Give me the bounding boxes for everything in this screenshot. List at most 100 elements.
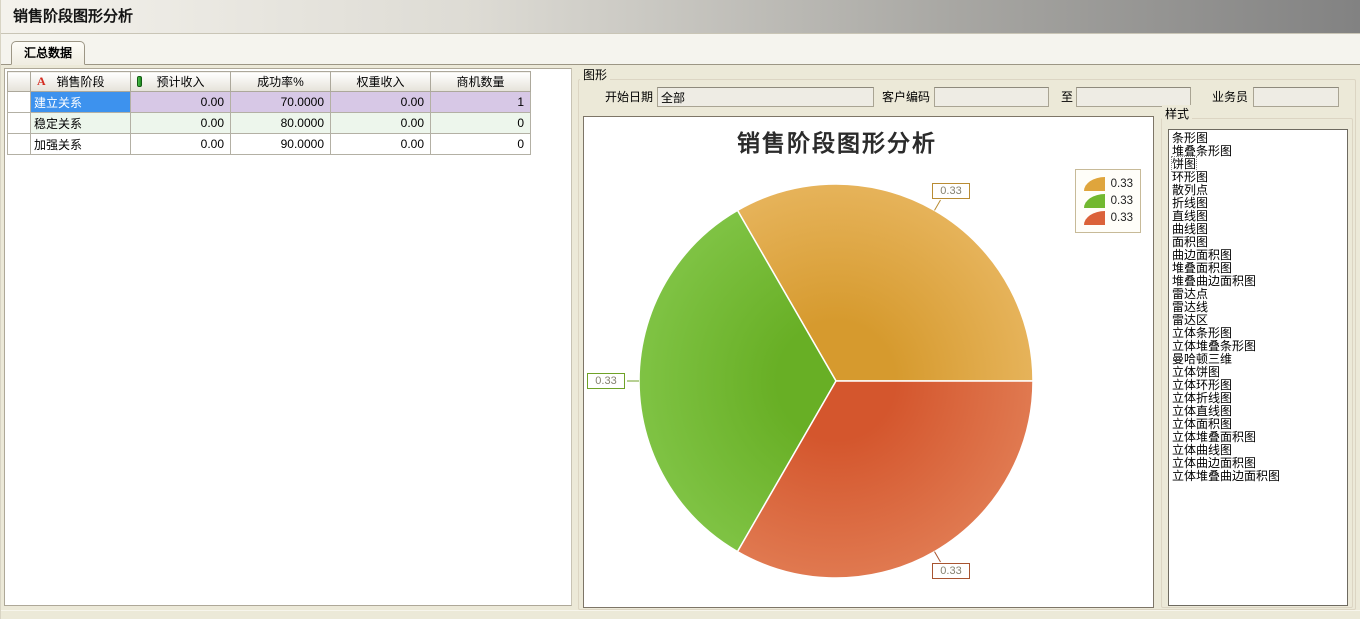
style-list-item-label: 立体直线图 xyxy=(1172,404,1232,418)
table-cell[interactable]: 0.00 xyxy=(331,92,431,113)
style-list-item-label: 立体堆叠条形图 xyxy=(1172,339,1256,353)
row-selector-header[interactable] xyxy=(8,72,31,92)
table-cell[interactable]: 0.00 xyxy=(131,134,231,155)
legend-entry-label: 0.33 xyxy=(1111,195,1133,207)
row-selector[interactable] xyxy=(8,92,31,113)
column-header-label: 销售阶段 xyxy=(56,75,104,89)
style-list-item-label: 面积图 xyxy=(1172,235,1208,249)
numeric-column-icon xyxy=(137,76,142,87)
table-cell[interactable]: 0.00 xyxy=(331,113,431,134)
style-list-item-label: 堆叠面积图 xyxy=(1172,261,1232,275)
table-cell[interactable]: 稳定关系 xyxy=(31,113,131,134)
table-cell[interactable]: 70.0000 xyxy=(231,92,331,113)
style-list-item-label: 立体堆叠曲边面积图 xyxy=(1172,469,1280,483)
customer-code-label: 客户编码 xyxy=(874,87,930,107)
chart-area: 销售阶段图形分析 0.33 0.33 0.33 0.33 0.33 0.33 xyxy=(583,116,1154,608)
chart-legend: 0.33 0.33 0.33 xyxy=(1075,169,1141,233)
to-label: 至 xyxy=(1056,87,1073,107)
style-list-item-label: 饼图 xyxy=(1172,157,1196,171)
summary-table: A 销售阶段 预计收入 成功率% 权重收入 xyxy=(7,71,531,155)
style-list-item-label: 散列点 xyxy=(1172,183,1208,197)
column-header-label: 预计收入 xyxy=(156,75,204,89)
table-cell[interactable]: 建立关系 xyxy=(31,92,131,113)
style-list-item-label: 堆叠条形图 xyxy=(1172,144,1232,158)
table-row[interactable]: 稳定关系0.0080.00000.000 xyxy=(8,113,531,134)
style-list-item[interactable]: 堆叠条形图 xyxy=(1172,145,1347,158)
style-list-item-label: 立体堆叠面积图 xyxy=(1172,430,1256,444)
slice-label-connector xyxy=(935,552,941,562)
table-cell[interactable]: 90.0000 xyxy=(231,134,331,155)
style-list-item-label: 条形图 xyxy=(1172,131,1208,145)
legend-slice-icon xyxy=(1084,211,1105,225)
pie-svg xyxy=(584,117,1153,607)
table-row[interactable]: 建立关系0.0070.00000.001 xyxy=(8,92,531,113)
table-cell[interactable]: 加强关系 xyxy=(31,134,131,155)
style-list-item-label: 立体环形图 xyxy=(1172,378,1232,392)
bottom-strip xyxy=(1,610,1360,618)
style-list-item-label: 立体饼图 xyxy=(1172,365,1220,379)
app-window: 销售阶段图形分析 汇总数据 A 销售阶段 xyxy=(0,0,1360,619)
tab-summary-data[interactable]: 汇总数据 xyxy=(11,41,85,65)
style-list-item-label: 曲线图 xyxy=(1172,222,1208,236)
table-cell[interactable]: 1 xyxy=(431,92,531,113)
graph-group-label: 图形 xyxy=(580,66,610,83)
legend-entry-label: 0.33 xyxy=(1111,178,1133,190)
table-cell[interactable]: 0 xyxy=(431,113,531,134)
slice-value-label: 0.33 xyxy=(932,183,970,199)
tab-strip: 汇总数据 xyxy=(1,34,1360,65)
table-cell[interactable]: 80.0000 xyxy=(231,113,331,134)
style-list-item-label: 雷达区 xyxy=(1172,313,1208,327)
column-header-label: 商机数量 xyxy=(456,75,504,89)
table-header-row: A 销售阶段 预计收入 成功率% 权重收入 xyxy=(8,72,531,92)
table-cell[interactable]: 0.00 xyxy=(131,92,231,113)
style-list-item-label: 雷达点 xyxy=(1172,287,1208,301)
column-header-count[interactable]: 商机数量 xyxy=(431,72,531,92)
salesman-input[interactable] xyxy=(1253,87,1339,107)
style-list-item-label: 堆叠曲边面积图 xyxy=(1172,274,1256,288)
row-selector[interactable] xyxy=(8,134,31,155)
column-header-stage[interactable]: A 销售阶段 xyxy=(31,72,131,92)
style-group-label: 样式 xyxy=(1162,105,1192,122)
style-list-item[interactable]: 立体堆叠曲边面积图 xyxy=(1172,470,1347,483)
graph-panel: 图形 开始日期 客户编码 至 业务员 销售阶段图形分析 0.330.330.33… xyxy=(576,65,1358,610)
style-list-item-label: 立体折线图 xyxy=(1172,391,1232,405)
legend-slice-icon xyxy=(1084,194,1105,208)
column-header-label: 成功率% xyxy=(257,75,304,89)
salesman-label: 业务员 xyxy=(1204,87,1248,107)
legend-entry: 0.33 xyxy=(1084,177,1133,191)
style-list-item-label: 立体面积图 xyxy=(1172,417,1232,431)
style-list-item-label: 曼哈顿三维 xyxy=(1172,352,1232,366)
row-selector[interactable] xyxy=(8,113,31,134)
slice-value-label: 0.33 xyxy=(587,373,625,389)
main-content: A 销售阶段 预计收入 成功率% 权重收入 xyxy=(1,65,1360,610)
style-list-item-label: 曲边面积图 xyxy=(1172,248,1232,262)
style-list-item-label: 直线图 xyxy=(1172,209,1208,223)
style-list-item-label: 立体曲边面积图 xyxy=(1172,456,1256,470)
legend-entry-label: 0.33 xyxy=(1111,212,1133,224)
summary-table-body: 建立关系0.0070.00000.001稳定关系0.0080.00000.000… xyxy=(8,92,531,155)
slice-value-label: 0.33 xyxy=(932,563,970,579)
chart-title: 销售阶段图形分析 xyxy=(584,124,1090,158)
legend-entry: 0.33 xyxy=(1084,211,1133,225)
style-list-item-label: 折线图 xyxy=(1172,196,1208,210)
legend-slice-icon xyxy=(1084,177,1105,191)
page-title: 销售阶段图形分析 xyxy=(1,0,1360,34)
style-list-item-label: 环形图 xyxy=(1172,170,1208,184)
table-cell[interactable]: 0.00 xyxy=(131,113,231,134)
column-header-expected[interactable]: 预计收入 xyxy=(131,72,231,92)
style-list-item-label: 雷达线 xyxy=(1172,300,1208,314)
column-header-label: 权重收入 xyxy=(356,75,404,89)
column-header-weighted[interactable]: 权重收入 xyxy=(331,72,431,92)
summary-table-panel: A 销售阶段 预计收入 成功率% 权重收入 xyxy=(4,68,572,606)
text-column-icon: A xyxy=(37,74,46,89)
column-header-success[interactable]: 成功率% xyxy=(231,72,331,92)
style-list-item-label: 立体条形图 xyxy=(1172,326,1232,340)
slice-label-connector xyxy=(935,200,941,210)
table-cell[interactable]: 0 xyxy=(431,134,531,155)
start-date-label: 开始日期 xyxy=(576,87,653,107)
start-date-input[interactable] xyxy=(657,87,874,107)
table-cell[interactable]: 0.00 xyxy=(331,134,431,155)
table-row[interactable]: 加强关系0.0090.00000.000 xyxy=(8,134,531,155)
customer-code-to-input[interactable] xyxy=(1076,87,1191,107)
customer-code-input[interactable] xyxy=(934,87,1049,107)
